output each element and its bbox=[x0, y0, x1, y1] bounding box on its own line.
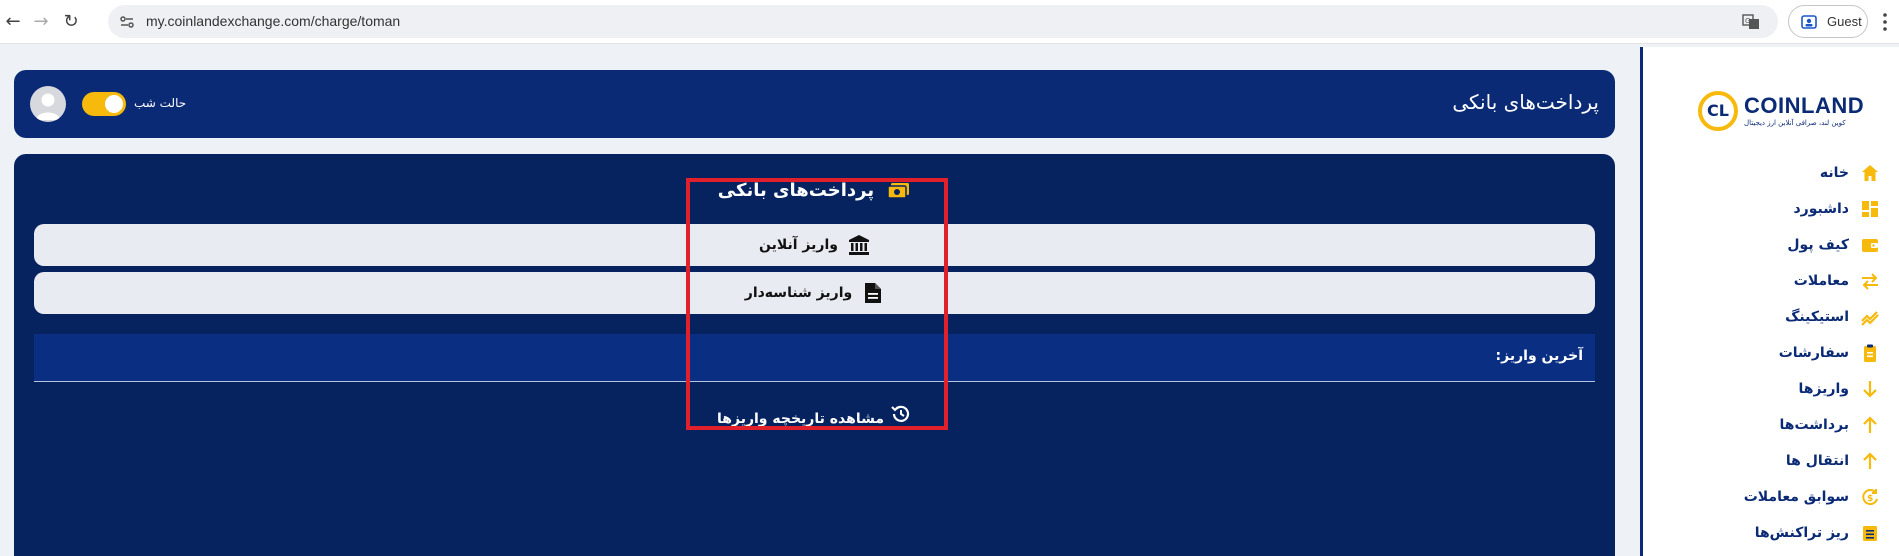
profile-icon bbox=[1801, 15, 1817, 29]
site-info-icon[interactable] bbox=[118, 13, 136, 31]
history-exchange-icon: $ bbox=[1859, 486, 1881, 508]
avatar[interactable] bbox=[30, 86, 66, 122]
home-icon bbox=[1859, 162, 1881, 184]
page: COINLAND کوین لند، صرافی آنلاین ارز دیجی… bbox=[0, 44, 1899, 556]
sidebar-item-wallet[interactable]: کیف پول bbox=[1661, 227, 1881, 263]
logo-text: COINLAND bbox=[1744, 93, 1865, 118]
sidebar-item-transactions[interactable]: ریز تراکنش‌ها bbox=[1661, 515, 1881, 551]
logo[interactable]: COINLAND کوین لند، صرافی آنلاین ارز دیجی… bbox=[1698, 89, 1864, 135]
arrow-down-icon bbox=[1859, 378, 1881, 400]
highlight-box bbox=[686, 178, 948, 430]
night-mode-label: حالت شب bbox=[134, 96, 187, 110]
reload-icon[interactable]: ↻ bbox=[60, 11, 82, 33]
sidebar-item-label: معاملات bbox=[1793, 273, 1849, 289]
arrow-up-icon bbox=[1859, 450, 1881, 472]
sidebar-item-deposits[interactable]: واریزها bbox=[1661, 371, 1881, 407]
sidebar-item-orders[interactable]: سفارشات bbox=[1661, 335, 1881, 371]
wallet-icon bbox=[1859, 234, 1881, 256]
swap-icon bbox=[1859, 270, 1881, 292]
sidebar-item-staking[interactable]: استیکینگ bbox=[1661, 299, 1881, 335]
latest-deposit-label: آخرین واریز: bbox=[1495, 348, 1583, 364]
sidebar-item-label: انتقال ها bbox=[1785, 453, 1849, 469]
sidebar-item-label: واریزها bbox=[1798, 381, 1850, 397]
clipboard-icon bbox=[1859, 342, 1881, 364]
more-icon[interactable] bbox=[1880, 10, 1890, 34]
sidebar-item-label: برداشت‌ها bbox=[1779, 417, 1849, 433]
address-bar[interactable]: my.coinlandexchange.com/charge/toman G bbox=[108, 5, 1778, 38]
profile-label: Guest bbox=[1827, 14, 1862, 29]
sidebar-item-dashboard[interactable]: داشبورد bbox=[1661, 191, 1881, 227]
translate-icon[interactable]: G bbox=[1742, 13, 1760, 31]
sidebar: COINLAND کوین لند، صرافی آنلاین ارز دیجی… bbox=[1640, 47, 1899, 556]
sidebar-item-trades[interactable]: معاملات bbox=[1661, 263, 1881, 299]
profile-button[interactable]: Guest bbox=[1788, 5, 1868, 38]
toggle-knob bbox=[105, 95, 123, 113]
sidebar-item-withdrawals[interactable]: برداشت‌ها bbox=[1661, 407, 1881, 443]
sidebar-item-label: ریز تراکنش‌ها bbox=[1754, 525, 1849, 541]
sidebar-menu: خانه داشبورد کیف پول معاملات استیکینگ سف… bbox=[1661, 155, 1881, 551]
logo-mark bbox=[1698, 91, 1738, 131]
page-header: پرداخت‌های بانکی حالت شب bbox=[14, 70, 1615, 138]
sidebar-item-label: سوابق معاملات bbox=[1743, 489, 1849, 505]
trend-icon bbox=[1859, 306, 1881, 328]
sidebar-item-label: داشبورد bbox=[1793, 201, 1850, 217]
list-icon bbox=[1859, 522, 1881, 544]
dashboard-icon bbox=[1859, 198, 1881, 220]
svg-text:$: $ bbox=[1867, 494, 1873, 504]
logo-tagline: کوین لند، صرافی آنلاین ارز دیجیتال bbox=[1744, 119, 1846, 127]
sidebar-item-label: کیف پول bbox=[1787, 237, 1849, 253]
browser-toolbar: ← → ↻ my.coinlandexchange.com/charge/tom… bbox=[0, 0, 1899, 44]
sidebar-item-label: سفارشات bbox=[1778, 345, 1849, 361]
sidebar-item-label: خانه bbox=[1819, 165, 1849, 181]
night-mode-toggle[interactable] bbox=[82, 92, 126, 116]
arrow-up-icon bbox=[1859, 414, 1881, 436]
sidebar-item-trade-history[interactable]: سوابق معاملات $ bbox=[1661, 479, 1881, 515]
back-icon[interactable]: ← bbox=[2, 11, 24, 33]
url-text[interactable]: my.coinlandexchange.com/charge/toman bbox=[146, 13, 400, 29]
page-title: پرداخت‌های بانکی bbox=[1452, 90, 1599, 114]
sidebar-item-home[interactable]: خانه bbox=[1661, 155, 1881, 191]
forward-icon[interactable]: → bbox=[30, 11, 52, 33]
sidebar-item-transfers[interactable]: انتقال ها bbox=[1661, 443, 1881, 479]
svg-text:G: G bbox=[1745, 17, 1750, 25]
sidebar-item-label: استیکینگ bbox=[1785, 309, 1849, 325]
